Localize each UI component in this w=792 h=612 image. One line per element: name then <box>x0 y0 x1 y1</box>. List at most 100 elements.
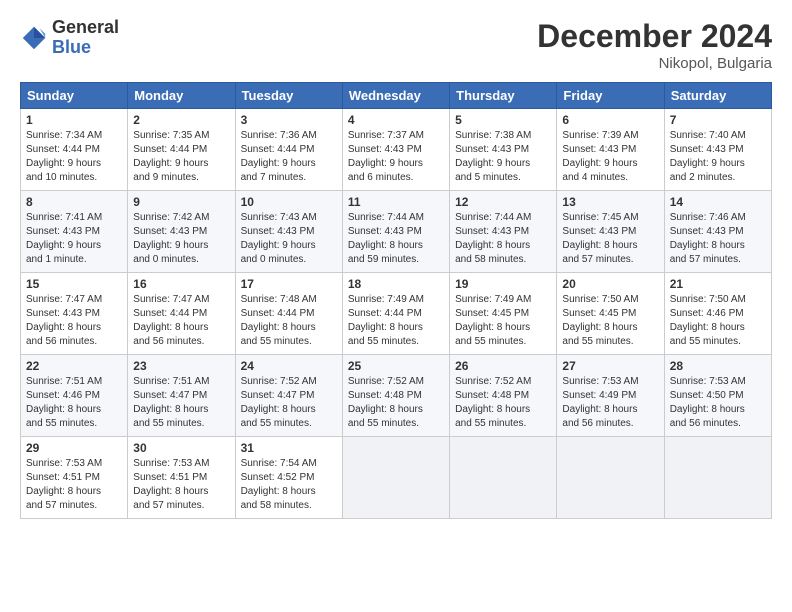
day-cell-2-6: 21 Sunrise: 7:50 AMSunset: 4:46 PMDayligh… <box>664 273 771 355</box>
day-number: 23 <box>133 359 229 373</box>
day-number: 16 <box>133 277 229 291</box>
day-number: 18 <box>348 277 444 291</box>
day-cell-2-4: 19 Sunrise: 7:49 AMSunset: 4:45 PMDayligh… <box>450 273 557 355</box>
day-info: Sunrise: 7:49 AMSunset: 4:45 PMDaylight:… <box>455 293 551 349</box>
day-number: 21 <box>670 277 766 291</box>
col-monday: Monday <box>128 83 235 109</box>
logo: General Blue <box>20 18 119 58</box>
day-info: Sunrise: 7:34 AMSunset: 4:44 PMDaylight:… <box>26 129 122 185</box>
page-header: General Blue December 2024 Nikopol, Bulg… <box>20 18 772 72</box>
day-cell-3-3: 25Sunrise: 7:52 AMSunset: 4:48 PMDayligh… <box>342 355 449 437</box>
day-cell-3-6: 28Sunrise: 7:53 AMSunset: 4:50 PMDayligh… <box>664 355 771 437</box>
day-number: 27 <box>562 359 658 373</box>
col-saturday: Saturday <box>664 83 771 109</box>
day-number: 17 <box>241 277 337 291</box>
day-number: 8 <box>26 195 122 209</box>
day-info: Sunrise: 7:49 AMSunset: 4:44 PMDaylight:… <box>348 293 444 349</box>
day-info: Sunrise: 7:38 AMSunset: 4:43 PMDaylight:… <box>455 129 551 185</box>
day-number: 22 <box>26 359 122 373</box>
col-tuesday: Tuesday <box>235 83 342 109</box>
day-info: Sunrise: 7:44 AMSunset: 4:43 PMDaylight:… <box>455 211 551 267</box>
day-cell-4-6 <box>664 437 771 519</box>
day-info: Sunrise: 7:41 AMSunset: 4:43 PMDaylight:… <box>26 211 122 267</box>
day-info: Sunrise: 7:44 AMSunset: 4:43 PMDaylight:… <box>348 211 444 267</box>
day-info: Sunrise: 7:53 AMSunset: 4:50 PMDaylight:… <box>670 375 766 431</box>
day-number: 11 <box>348 195 444 209</box>
day-cell-0-0: 1 Sunrise: 7:34 AMSunset: 4:44 PMDaylight… <box>21 109 128 191</box>
day-number: 9 <box>133 195 229 209</box>
day-info: Sunrise: 7:37 AMSunset: 4:43 PMDaylight:… <box>348 129 444 185</box>
col-thursday: Thursday <box>450 83 557 109</box>
day-cell-4-1: 30 Sunrise: 7:53 AMSunset: 4:51 PMDayligh… <box>128 437 235 519</box>
col-friday: Friday <box>557 83 664 109</box>
day-number: 30 <box>133 441 229 455</box>
day-number: 5 <box>455 113 551 127</box>
day-number: 29 <box>26 441 122 455</box>
day-number: 15 <box>26 277 122 291</box>
day-cell-1-0: 8 Sunrise: 7:41 AMSunset: 4:43 PMDaylight… <box>21 191 128 273</box>
day-info: Sunrise: 7:42 AMSunset: 4:43 PMDaylight:… <box>133 211 229 267</box>
page-title: December 2024 <box>537 18 772 55</box>
day-cell-2-0: 15 Sunrise: 7:47 AMSunset: 4:43 PMDayligh… <box>21 273 128 355</box>
day-cell-0-4: 5 Sunrise: 7:38 AMSunset: 4:43 PMDaylight… <box>450 109 557 191</box>
day-number: 10 <box>241 195 337 209</box>
day-info: Sunrise: 7:48 AMSunset: 4:44 PMDaylight:… <box>241 293 337 349</box>
day-info: Sunrise: 7:47 AMSunset: 4:43 PMDaylight:… <box>26 293 122 349</box>
day-number: 2 <box>133 113 229 127</box>
day-cell-0-3: 4 Sunrise: 7:37 AMSunset: 4:43 PMDaylight… <box>342 109 449 191</box>
day-number: 4 <box>348 113 444 127</box>
day-cell-1-4: 12 Sunrise: 7:44 AMSunset: 4:43 PMDayligh… <box>450 191 557 273</box>
week-row-4: 22 Sunrise: 7:51 AMSunset: 4:46 PMDayligh… <box>21 355 772 437</box>
day-info: Sunrise: 7:53 AMSunset: 4:51 PMDaylight:… <box>133 457 229 513</box>
calendar-table: Sunday Monday Tuesday Wednesday Thursday… <box>20 82 772 519</box>
day-info: Sunrise: 7:43 AMSunset: 4:43 PMDaylight:… <box>241 211 337 267</box>
day-number: 6 <box>562 113 658 127</box>
day-cell-4-5 <box>557 437 664 519</box>
day-number: 14 <box>670 195 766 209</box>
week-row-2: 8 Sunrise: 7:41 AMSunset: 4:43 PMDaylight… <box>21 191 772 273</box>
day-cell-0-1: 2 Sunrise: 7:35 AMSunset: 4:44 PMDaylight… <box>128 109 235 191</box>
day-cell-2-1: 16 Sunrise: 7:47 AMSunset: 4:44 PMDayligh… <box>128 273 235 355</box>
day-info: Sunrise: 7:39 AMSunset: 4:43 PMDaylight:… <box>562 129 658 185</box>
day-cell-1-6: 14Sunrise: 7:46 AMSunset: 4:43 PMDayligh… <box>664 191 771 273</box>
day-info: Sunrise: 7:51 AMSunset: 4:46 PMDaylight:… <box>26 375 122 431</box>
logo-blue-text: Blue <box>52 38 119 58</box>
day-cell-3-0: 22 Sunrise: 7:51 AMSunset: 4:46 PMDayligh… <box>21 355 128 437</box>
day-cell-1-5: 13 Sunrise: 7:45 AMSunset: 4:43 PMDayligh… <box>557 191 664 273</box>
week-row-5: 29 Sunrise: 7:53 AMSunset: 4:51 PMDayligh… <box>21 437 772 519</box>
day-info: Sunrise: 7:53 AMSunset: 4:49 PMDaylight:… <box>562 375 658 431</box>
logo-general-text: General <box>52 18 119 38</box>
day-cell-4-4 <box>450 437 557 519</box>
day-cell-1-1: 9 Sunrise: 7:42 AMSunset: 4:43 PMDaylight… <box>128 191 235 273</box>
day-cell-1-2: 10 Sunrise: 7:43 AMSunset: 4:43 PMDayligh… <box>235 191 342 273</box>
day-info: Sunrise: 7:36 AMSunset: 4:44 PMDaylight:… <box>241 129 337 185</box>
day-info: Sunrise: 7:47 AMSunset: 4:44 PMDaylight:… <box>133 293 229 349</box>
day-number: 12 <box>455 195 551 209</box>
day-number: 31 <box>241 441 337 455</box>
day-number: 19 <box>455 277 551 291</box>
day-cell-0-6: 7Sunrise: 7:40 AMSunset: 4:43 PMDaylight… <box>664 109 771 191</box>
day-info: Sunrise: 7:50 AMSunset: 4:46 PMDaylight:… <box>670 293 766 349</box>
day-cell-3-5: 27 Sunrise: 7:53 AMSunset: 4:49 PMDayligh… <box>557 355 664 437</box>
day-cell-4-2: 31Sunrise: 7:54 AMSunset: 4:52 PMDayligh… <box>235 437 342 519</box>
week-row-1: 1 Sunrise: 7:34 AMSunset: 4:44 PMDaylight… <box>21 109 772 191</box>
day-number: 20 <box>562 277 658 291</box>
day-number: 13 <box>562 195 658 209</box>
day-info: Sunrise: 7:45 AMSunset: 4:43 PMDaylight:… <box>562 211 658 267</box>
day-info: Sunrise: 7:51 AMSunset: 4:47 PMDaylight:… <box>133 375 229 431</box>
day-number: 26 <box>455 359 551 373</box>
day-cell-3-1: 23 Sunrise: 7:51 AMSunset: 4:47 PMDayligh… <box>128 355 235 437</box>
day-number: 3 <box>241 113 337 127</box>
day-cell-0-5: 6 Sunrise: 7:39 AMSunset: 4:43 PMDaylight… <box>557 109 664 191</box>
calendar-header-row: Sunday Monday Tuesday Wednesday Thursday… <box>21 83 772 109</box>
day-cell-2-5: 20 Sunrise: 7:50 AMSunset: 4:45 PMDayligh… <box>557 273 664 355</box>
day-info: Sunrise: 7:50 AMSunset: 4:45 PMDaylight:… <box>562 293 658 349</box>
day-number: 1 <box>26 113 122 127</box>
day-info: Sunrise: 7:53 AMSunset: 4:51 PMDaylight:… <box>26 457 122 513</box>
day-info: Sunrise: 7:52 AMSunset: 4:48 PMDaylight:… <box>455 375 551 431</box>
day-number: 7 <box>670 113 766 127</box>
day-cell-1-3: 11 Sunrise: 7:44 AMSunset: 4:43 PMDayligh… <box>342 191 449 273</box>
day-info: Sunrise: 7:35 AMSunset: 4:44 PMDaylight:… <box>133 129 229 185</box>
col-wednesday: Wednesday <box>342 83 449 109</box>
day-info: Sunrise: 7:52 AMSunset: 4:48 PMDaylight:… <box>348 375 444 431</box>
